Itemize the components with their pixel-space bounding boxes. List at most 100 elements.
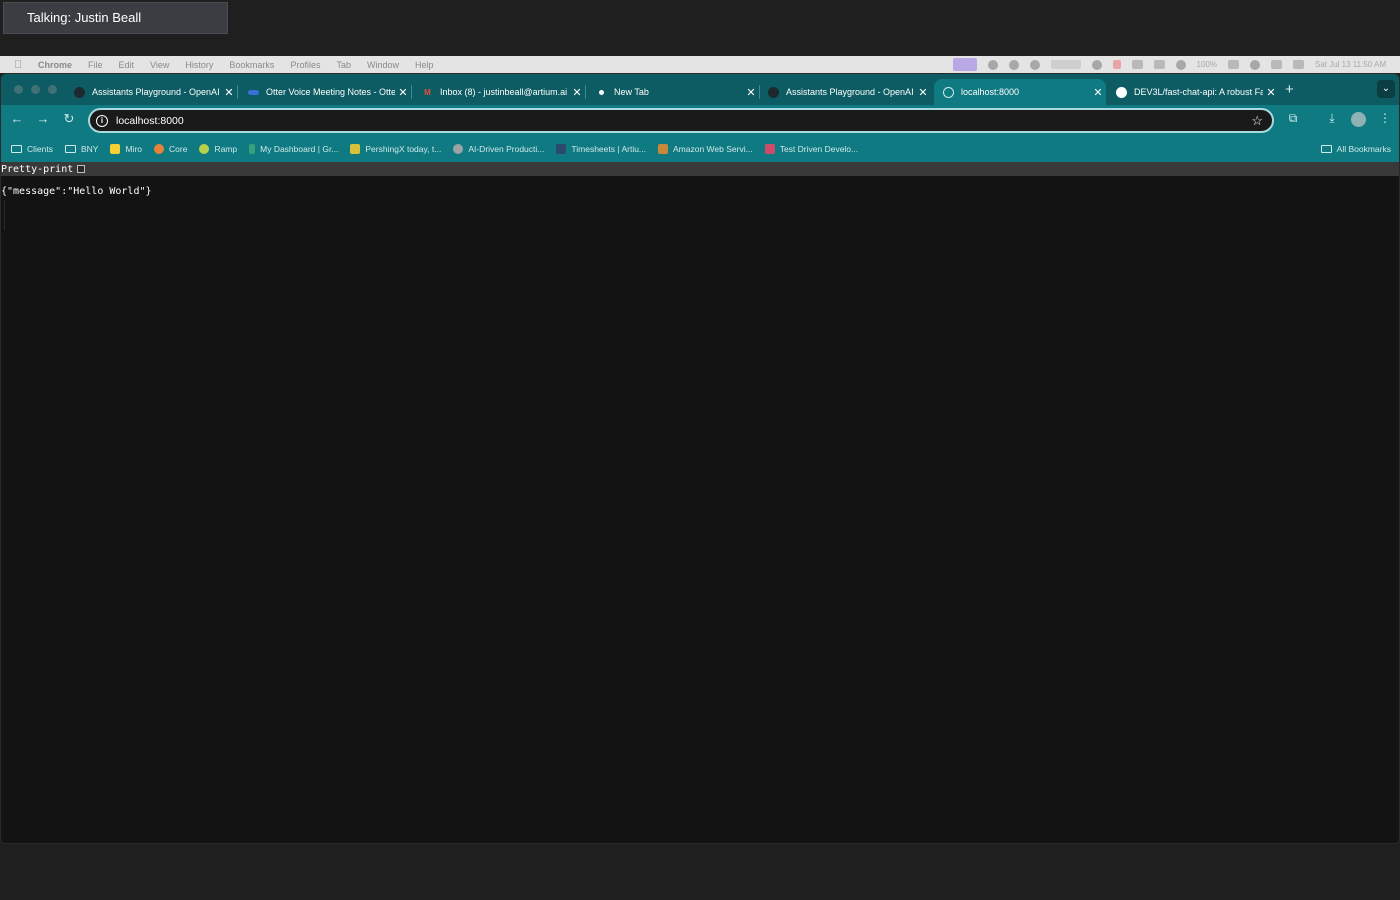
bookmark-star-icon[interactable]: ☆	[1251, 113, 1263, 129]
bookmark-ai-driven[interactable]: AI-Driven Producti...	[453, 143, 545, 154]
site-info-icon[interactable]: i	[96, 114, 108, 127]
otter-icon	[248, 89, 259, 95]
menubar-clock[interactable]: Sat Jul 13 11:50 AM	[1315, 60, 1386, 69]
chrome-menu-icon[interactable]: ⋮	[1377, 111, 1393, 125]
bookmark-label: PershingX today, t...	[365, 143, 442, 154]
bookmark-my-dashboard[interactable]: My Dashboard | Gr...	[249, 143, 339, 154]
close-tab-icon[interactable]: ✕	[221, 86, 237, 99]
minimize-window-button[interactable]	[31, 85, 40, 94]
menu-help[interactable]: Help	[415, 60, 434, 70]
apple-icon[interactable]: 	[14, 59, 28, 71]
screen-share-icon[interactable]	[952, 58, 977, 71]
tab-new-tab[interactable]: New Tab ✕	[587, 79, 760, 105]
bookmark-bny[interactable]: BNY	[64, 144, 98, 154]
bluetooth-icon[interactable]	[1270, 60, 1282, 69]
bookmark-tdd[interactable]: Test Driven Develo...	[764, 143, 858, 154]
menu-history[interactable]: History	[185, 60, 213, 70]
macos-menubar:  Chrome File Edit View History Bookmark…	[0, 56, 1400, 73]
battery-icon[interactable]	[1227, 60, 1239, 69]
vpn-icon[interactable]	[1029, 59, 1040, 70]
address-bar[interactable]: i localhost:8000 ☆	[88, 108, 1274, 133]
profile-avatar[interactable]	[1351, 112, 1366, 127]
pretty-print-checkbox[interactable]	[77, 165, 86, 173]
bookmark-label: Amazon Web Servi...	[673, 143, 753, 154]
page-content: Pretty-print {"message":"Hello World"}	[1, 162, 1399, 843]
bookmark-core[interactable]: Core	[154, 143, 188, 154]
bookmark-pershingx[interactable]: PershingX today, t...	[350, 143, 442, 154]
media-play-icon[interactable]	[1175, 59, 1186, 70]
pershing-icon	[350, 143, 361, 154]
bookmark-aws[interactable]: Amazon Web Servi...	[658, 143, 753, 154]
bookmark-timesheets[interactable]: Timesheets | Artiu...	[556, 143, 647, 154]
grammarly-icon[interactable]	[1008, 59, 1019, 70]
bookmark-clients[interactable]: Clients	[11, 144, 53, 154]
talking-indicator: Talking: Justin Beall	[3, 2, 228, 34]
tab-title: Otter Voice Meeting Notes - Otter.ai	[266, 87, 395, 97]
tab-title: DEV3L/fast-chat-api: A robust FastAPI	[1134, 87, 1263, 97]
artium-icon	[556, 143, 567, 154]
tab-assistants-playground-1[interactable]: Assistants Playground - OpenAI ✕	[65, 79, 238, 105]
menu-profiles[interactable]: Profiles	[290, 60, 320, 70]
gmail-icon: M	[424, 87, 431, 97]
tab-search-button[interactable]: ⌄	[1377, 80, 1395, 98]
menu-bookmarks[interactable]: Bookmarks	[229, 60, 274, 70]
control-center-icon[interactable]	[1292, 60, 1304, 69]
bookmark-label: My Dashboard | Gr...	[260, 143, 339, 154]
close-tab-icon[interactable]: ✕	[1263, 86, 1279, 99]
downloads-icon[interactable]: ⤓	[1324, 111, 1340, 126]
app-status-icon[interactable]	[1112, 60, 1121, 69]
close-tab-icon[interactable]: ✕	[395, 86, 411, 99]
pretty-print-label: Pretty-print	[1, 163, 74, 175]
network-activity-icon[interactable]	[1153, 60, 1165, 69]
tab-separator	[237, 85, 238, 99]
menu-tab[interactable]: Tab	[336, 60, 351, 70]
menu-chrome[interactable]: Chrome	[38, 60, 72, 70]
close-tab-icon[interactable]: ✕	[915, 86, 931, 99]
menu-window[interactable]: Window	[367, 60, 399, 70]
tab-inbox[interactable]: M Inbox (8) - justinbeall@artium.ai ✕	[413, 79, 586, 105]
focus-icon[interactable]	[1091, 59, 1102, 70]
reload-button[interactable]: ↻	[61, 111, 77, 127]
bookmark-label: Timesheets | Artiu...	[571, 143, 647, 154]
address-bar-url[interactable]: localhost:8000	[116, 115, 1251, 127]
bookmark-label: Core	[169, 143, 188, 154]
github-icon	[1116, 86, 1127, 98]
menu-view[interactable]: View	[150, 60, 169, 70]
text-cursor	[4, 200, 5, 230]
tab-title: New Tab	[614, 87, 649, 97]
menu-edit[interactable]: Edit	[119, 60, 135, 70]
bookmark-label: AI-Driven Producti...	[468, 143, 545, 154]
window-manager-icon[interactable]	[1131, 60, 1143, 69]
extensions-icon[interactable]: ⧉	[1285, 111, 1301, 126]
zoom-window-button[interactable]	[48, 85, 57, 94]
miro-icon	[110, 143, 121, 154]
bookmark-label: Miro	[125, 143, 142, 154]
browser-toolbar: ← → ↻ i localhost:8000 ☆ ⧉ ⤓ ⋮	[1, 105, 1399, 135]
bookmark-label: Clients	[27, 143, 53, 154]
ramp-icon	[199, 143, 210, 154]
tab-otter[interactable]: Otter Voice Meeting Notes - Otter.ai ✕	[239, 79, 412, 105]
aws-icon	[658, 143, 669, 154]
back-button[interactable]: ←	[9, 111, 25, 127]
bookmarks-bar: Clients BNY Miro Core Ramp My Dashboard …	[1, 135, 1399, 162]
menu-file[interactable]: File	[88, 60, 103, 70]
openai-icon	[74, 86, 85, 98]
close-tab-icon[interactable]: ✕	[743, 86, 759, 99]
tab-title: Inbox (8) - justinbeall@artium.ai	[440, 87, 568, 97]
close-tab-icon[interactable]: ✕	[569, 86, 585, 99]
tab-localhost[interactable]: localhost:8000 ✕	[934, 79, 1106, 105]
weather-icon[interactable]	[987, 59, 998, 70]
recording-icon[interactable]	[1050, 60, 1081, 69]
new-tab-button[interactable]: +	[1285, 81, 1294, 98]
tab-assistants-playground-2[interactable]: Assistants Playground - OpenAI ✕	[759, 79, 931, 105]
bookmark-ramp[interactable]: Ramp	[199, 143, 237, 154]
close-window-button[interactable]	[14, 85, 23, 94]
tab-strip: Assistants Playground - OpenAI ✕ Otter V…	[1, 74, 1399, 105]
all-bookmarks-button[interactable]: All Bookmarks	[1320, 144, 1391, 154]
close-tab-icon[interactable]: ✕	[1090, 86, 1106, 99]
wifi-icon[interactable]	[1249, 59, 1260, 70]
forward-button[interactable]: →	[35, 111, 51, 127]
tab-github[interactable]: DEV3L/fast-chat-api: A robust FastAPI ✕	[1107, 79, 1279, 105]
tab-title: Assistants Playground - OpenAI	[786, 87, 914, 97]
bookmark-miro[interactable]: Miro	[110, 143, 142, 154]
